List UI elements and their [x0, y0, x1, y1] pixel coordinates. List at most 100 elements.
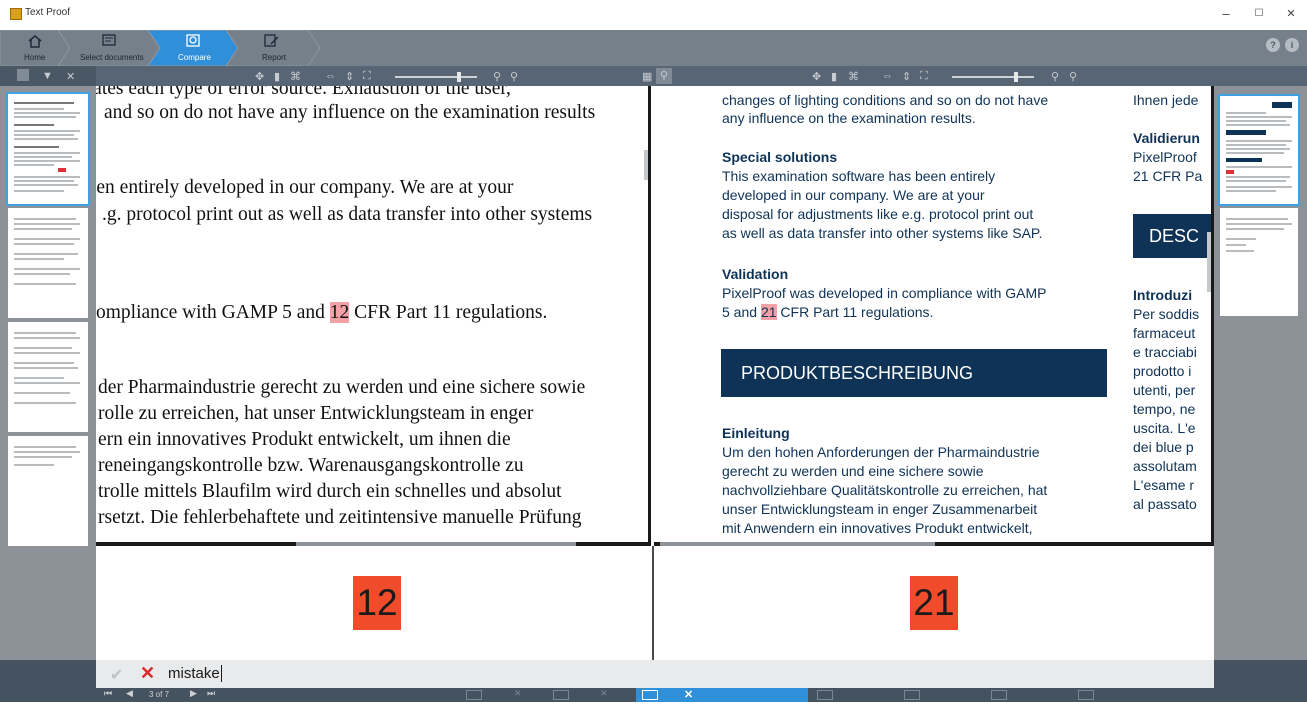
- minimize-button[interactable]: –: [1216, 6, 1236, 21]
- active-difference-tab[interactable]: ✕: [636, 688, 808, 702]
- right-thumbnail-page[interactable]: [1220, 208, 1298, 316]
- previous-page-button[interactable]: ◀: [126, 688, 133, 702]
- difference-highlight[interactable]: 21: [760, 304, 777, 320]
- expand-icon[interactable]: ⛶: [363, 70, 371, 83]
- difference-dismiss-icon[interactable]: ✕: [514, 688, 522, 702]
- difference-nav-icon[interactable]: [904, 690, 920, 700]
- left-thumbnail-page[interactable]: [8, 208, 88, 318]
- clear-icon[interactable]: ✕: [66, 70, 75, 83]
- home-icon: [24, 34, 46, 51]
- doc-line: .g. protocol print out as well as data t…: [102, 204, 593, 225]
- zoom-out-icon[interactable]: ⚲: [493, 70, 501, 83]
- nav-step-report[interactable]: Report: [238, 30, 320, 66]
- rotate-icon[interactable]: ⇕: [345, 70, 354, 83]
- left-zoom-slider[interactable]: [395, 72, 477, 82]
- doc-line: PixelProof: [1133, 149, 1197, 165]
- sync-scroll-icon[interactable]: ▮: [274, 70, 280, 83]
- difference-dismiss-icon[interactable]: ✕: [600, 688, 608, 702]
- difference-nav-icon[interactable]: [466, 690, 482, 700]
- left-vertical-scrollbar[interactable]: [644, 150, 648, 180]
- doc-line: gerecht zu werden und eine sichere sowie: [722, 463, 984, 479]
- left-zoom-slider-knob[interactable]: [457, 72, 462, 82]
- filter-icon[interactable]: ▼: [42, 70, 53, 82]
- right-thumbnail-strip: [1214, 86, 1307, 660]
- difference-status-bar: ✔ ✕ mistake: [96, 660, 1214, 688]
- help-button[interactable]: ?: [1266, 38, 1280, 52]
- difference-nav-icon[interactable]: [553, 690, 569, 700]
- nav-step-compare[interactable]: Compare: [160, 30, 238, 66]
- viewer-toolbar: ▼ ✕ ✥ ▮ ⌘ ⇔ ⇕ ⛶ ⚲ ⚲ ▦ ⚲ ✥ ▮ ⌘ ⇔ ⇕ ⛶ ⚲ ⚲: [0, 66, 1307, 86]
- nav-step-compare-label: Compare: [178, 53, 211, 62]
- right-fit-width-icon[interactable]: ⌘: [848, 70, 859, 83]
- right-vertical-scrollbar[interactable]: [1207, 232, 1211, 292]
- right-zoom-slider[interactable]: [952, 72, 1034, 82]
- difference-nav-icon[interactable]: [817, 690, 833, 700]
- left-thumbnail-page[interactable]: [6, 92, 90, 206]
- right-document-view[interactable]: changes of lighting conditions and so on…: [654, 86, 1214, 546]
- section-heading: Special solutions: [722, 149, 838, 165]
- section-banner: PRODUKTBESCHREIBUNG: [721, 349, 1107, 397]
- right-zoom-in-icon[interactable]: ⚲: [1069, 70, 1077, 83]
- fit-page-icon[interactable]: ✥: [255, 70, 264, 83]
- doc-line: mates each type of error source. Exhaust…: [96, 86, 511, 99]
- section-heading: Validierun: [1133, 130, 1200, 146]
- left-document-view[interactable]: mates each type of error source. Exhaust…: [96, 86, 651, 546]
- section-heading: Validation: [722, 266, 789, 282]
- overlay-toggle-icon[interactable]: ▦: [642, 70, 652, 83]
- first-page-button[interactable]: ⏮: [104, 688, 112, 702]
- right-zoom-slider-knob[interactable]: [1014, 72, 1019, 82]
- thumbnails-toggle-icon[interactable]: [17, 69, 29, 81]
- doc-line: as well as data transfer into other syst…: [722, 225, 1043, 241]
- classification-input[interactable]: mistake: [168, 665, 222, 682]
- last-page-button[interactable]: ⏭: [207, 688, 215, 702]
- next-page-button[interactable]: ▶: [190, 688, 197, 702]
- doc-line: dei blue p: [1133, 439, 1194, 455]
- right-expand-icon[interactable]: ⛶: [920, 70, 928, 83]
- active-difference-dismiss-icon[interactable]: ✕: [684, 688, 693, 701]
- left-thumbnail-page[interactable]: [8, 436, 88, 546]
- info-button[interactable]: i: [1285, 38, 1299, 52]
- difference-nav-icon[interactable]: [1078, 690, 1094, 700]
- nav-step-select-documents[interactable]: Select documents: [70, 30, 160, 66]
- nav-step-select-documents-label: Select documents: [80, 53, 144, 62]
- left-difference-value: 12: [353, 576, 401, 630]
- doc-line: uscita. L'e: [1133, 420, 1196, 436]
- right-rotate-icon[interactable]: ⇕: [902, 70, 911, 83]
- accept-difference-button[interactable]: ✔: [110, 665, 123, 685]
- right-difference-value: 21: [910, 576, 958, 630]
- left-gutter: [0, 660, 96, 688]
- magnifier-icon[interactable]: ⚲: [656, 68, 672, 84]
- doc-text: CFR Part 11 regulations.: [776, 304, 934, 320]
- difference-highlight[interactable]: 12: [329, 302, 350, 323]
- doc-line: reneingangskontrolle bzw. Warenausgangsk…: [98, 455, 524, 476]
- doc-line: prodotto i: [1133, 363, 1192, 379]
- bottom-bar: ⏮ ◀ 3 of 7 ▶ ⏭ ✕ ✕ ✕: [0, 688, 1307, 702]
- app-logo-icon: [10, 8, 22, 20]
- doc-line: ern ein innovatives Produkt entwickelt, …: [98, 429, 511, 450]
- doc-line: al passato: [1133, 496, 1197, 512]
- nav-step-home[interactable]: Home: [0, 30, 70, 66]
- close-button[interactable]: ✕: [1281, 7, 1301, 20]
- left-thumbnail-strip: [0, 86, 96, 660]
- right-thumbnail-page[interactable]: [1218, 94, 1300, 206]
- nav-step-home-label: Home: [24, 53, 46, 62]
- move-icon[interactable]: ⇔: [325, 70, 336, 82]
- fit-width-icon[interactable]: ⌘: [290, 70, 301, 83]
- doc-line: utenti, per: [1133, 382, 1196, 398]
- left-thumbnail-page[interactable]: [8, 322, 88, 432]
- doc-line: PixelProof was developed in compliance w…: [722, 285, 1047, 301]
- doc-line: trolle mittels Blaufilm wird durch ein s…: [98, 481, 562, 502]
- doc-text: ompliance with GAMP 5 and: [96, 302, 330, 323]
- right-fit-page-icon[interactable]: ✥: [812, 70, 821, 83]
- doc-line: assolutam: [1133, 458, 1197, 474]
- doc-line: 21 CFR Pa: [1133, 168, 1203, 184]
- right-move-icon[interactable]: ⇔: [882, 70, 893, 82]
- reject-difference-button[interactable]: ✕: [140, 663, 155, 684]
- maximize-button[interactable]: ☐: [1249, 8, 1269, 19]
- zoom-in-icon[interactable]: ⚲: [510, 70, 518, 83]
- right-zoom-out-icon[interactable]: ⚲: [1051, 70, 1059, 83]
- doc-line: e tracciabi: [1133, 344, 1197, 360]
- doc-line: mit Anwendern ein innovatives Produkt en…: [722, 520, 1033, 536]
- right-sync-scroll-icon[interactable]: ▮: [831, 70, 837, 83]
- difference-nav-icon[interactable]: [991, 690, 1007, 700]
